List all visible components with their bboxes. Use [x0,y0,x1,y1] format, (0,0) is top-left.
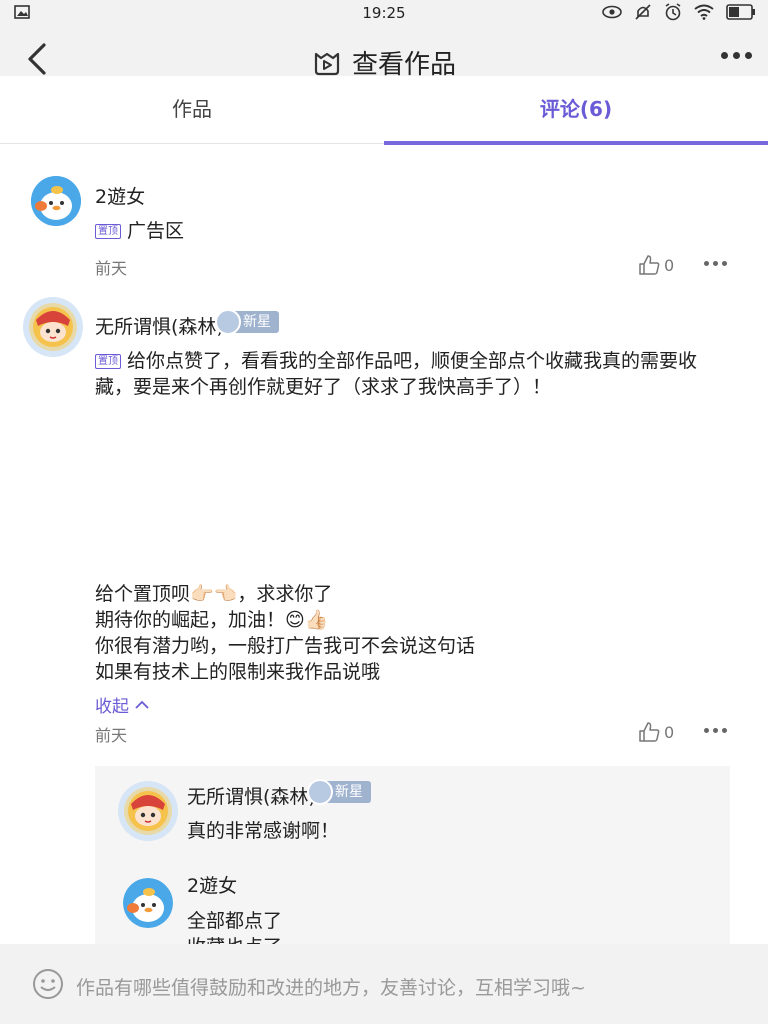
wifi-icon [694,4,714,20]
reply-username[interactable]: 无所谓惧(森林) [187,782,316,809]
reply-thread: 无所谓惧(森林) 新星 真的非常感谢啊！ 2遊女 全部都点了 收藏也点了 [95,766,730,958]
mute-icon [635,4,651,20]
avatar[interactable] [117,780,179,842]
comment-text: 置顶 给你点赞了，看看我的全部作品吧，顺便全部点个收藏我真的需要收藏，要是来个再创… [95,348,725,400]
comment-line: 你很有潜力哟，一般打广告我可不会说这句话 [95,635,476,657]
pinned-tag: 置顶 [95,224,121,239]
app-header: 查看作品 [0,26,768,80]
comment-time: 前天 [95,259,128,278]
chevron-up-icon [135,700,150,709]
avatar[interactable] [31,176,81,226]
like-button[interactable]: 0 [638,254,674,276]
pinned-tag: 置顶 [95,354,121,369]
like-button[interactable]: 0 [638,721,674,743]
comment-line: 给个置顶呗👉🏻👈🏻，求求你了 [95,583,333,605]
comment-username[interactable]: 无所谓惧(森林) [95,312,224,339]
video-tv-icon [314,52,340,75]
comment-line: 如果有技术上的限制来我作品说哦 [95,661,381,683]
comment-text: 置顶 广告区 [95,218,184,244]
star-icon [307,779,333,805]
like-count: 0 [664,255,675,275]
comment-line: 期待你的崛起，加油！😊👍🏻 [95,609,329,631]
star-icon [215,309,241,335]
avatar[interactable] [123,878,173,928]
user-level-badge: 新星 [215,309,279,335]
reply-username[interactable]: 2遊女 [187,871,237,898]
status-bar: 19:25 [0,0,768,26]
comment-time: 前天 [95,726,128,745]
collapse-link[interactable]: 收起 [95,692,150,717]
reply-text: 全部都点了 [187,910,283,932]
emoji-icon[interactable] [32,968,64,1000]
like-count: 0 [664,722,675,742]
more-options-icon[interactable] [721,52,752,59]
comment-more-icon[interactable] [704,261,727,266]
comment-input-placeholder[interactable]: 作品有哪些值得鼓励和改进的地方，友善讨论，互相学习哦~ [76,973,586,1000]
eye-icon [602,5,622,19]
user-level-badge: 新星 [307,779,371,805]
comment-username[interactable]: 2遊女 [95,182,145,209]
comment-more-icon[interactable] [704,728,727,733]
alarm-icon [665,3,681,21]
tab-bar: 作品 评论(6) [0,76,768,145]
reply-text: 真的非常感谢啊！ [187,820,340,842]
thumbs-up-icon [639,722,660,742]
thumbs-up-icon [639,255,660,275]
avatar[interactable] [22,296,84,358]
comment-input-bar[interactable]: 作品有哪些值得鼓励和改进的地方，友善讨论，互相学习哦~ [0,944,768,1024]
comment-body: 给你点赞了，看看我的全部作品吧，顺便全部点个收藏我真的需要收藏，要是来个再创作就… [95,350,698,398]
comment-body: 广告区 [127,220,185,242]
tab-comments[interactable]: 评论(6) [384,76,768,145]
battery-icon [726,4,755,20]
tab-works[interactable]: 作品 [0,76,384,144]
